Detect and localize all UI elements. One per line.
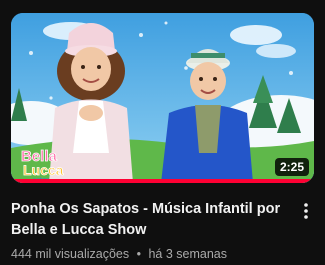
watch-progress-fill bbox=[11, 179, 314, 183]
video-thumbnail[interactable]: Bella Lucca e show 2:25 bbox=[11, 13, 314, 183]
bella-lucca-logo: Bella Lucca e show bbox=[21, 148, 64, 183]
watch-progress-bar bbox=[11, 179, 314, 183]
view-count: 444 mil visualizações bbox=[11, 247, 130, 261]
upload-age: há 3 semanas bbox=[148, 247, 227, 261]
meta-separator: • bbox=[136, 247, 141, 261]
more-options-button[interactable] bbox=[296, 200, 316, 222]
duration-badge: 2:25 bbox=[274, 158, 309, 176]
video-title[interactable]: Ponha Os Sapatos - Música Infantil por B… bbox=[11, 199, 291, 241]
video-card[interactable]: Bella Lucca e show 2:25 Ponha Os Sapatos… bbox=[0, 0, 325, 265]
thumbnail-image: Bella Lucca e show bbox=[11, 13, 314, 183]
video-metadata: 444 mil visualizações • há 3 semanas bbox=[11, 246, 227, 262]
more-vert-icon bbox=[304, 203, 308, 219]
logo-text-lucca: Lucca bbox=[23, 162, 64, 178]
